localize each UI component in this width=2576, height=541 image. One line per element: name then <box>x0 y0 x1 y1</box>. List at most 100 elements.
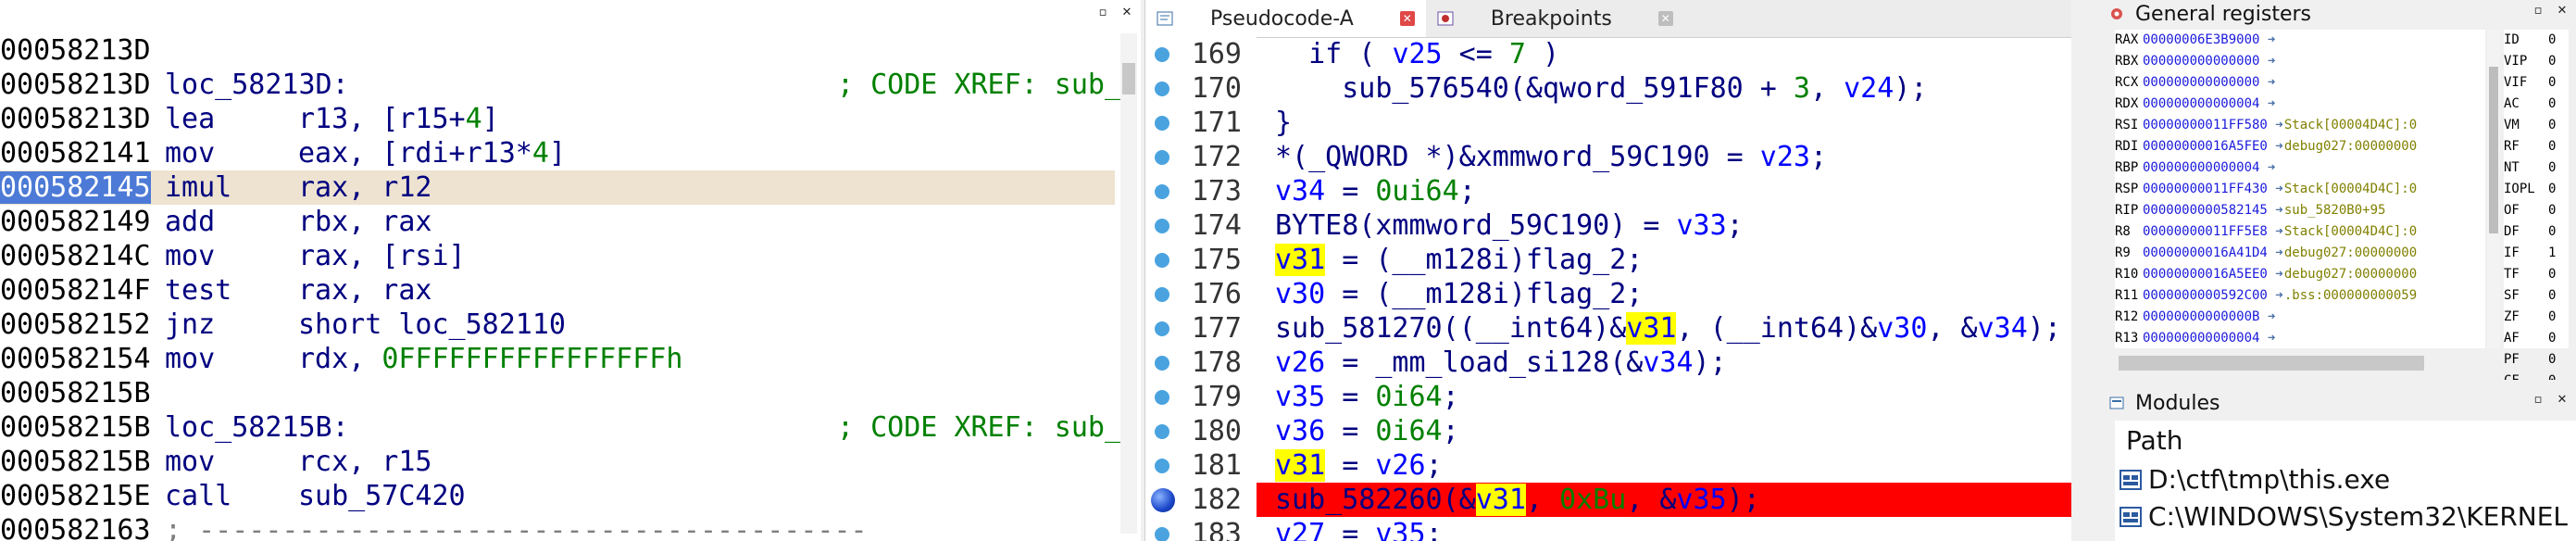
disasm-line[interactable]: 000582152 jnz short loc_582110 <box>0 308 1115 342</box>
line-gutter[interactable]: 183 <box>1145 517 1257 541</box>
line-marker-icon[interactable] <box>1155 321 1169 336</box>
restore-icon[interactable]: ▫ <box>2532 4 2545 18</box>
operands[interactable]: sub_57C420 <box>298 480 466 512</box>
code-label[interactable]: loc_58213D: <box>165 69 349 101</box>
code-token[interactable]: ) <box>1526 38 1559 70</box>
register-value[interactable]: 00000000016A5FE0 <box>2143 139 2268 154</box>
register-hint[interactable]: Stack[00004D4C]:0 <box>2284 118 2417 132</box>
flag-value[interactable]: 0 <box>2548 307 2556 328</box>
scrollbar-thumb[interactable] <box>2489 67 2498 233</box>
operands[interactable]: ] <box>482 103 499 135</box>
code-token[interactable]: *(_QWORD *)&xmmword_59C190 = <box>1275 141 1760 173</box>
flag-value[interactable]: 0 <box>2548 221 2556 243</box>
flag-value[interactable]: 0 <box>2548 72 2556 94</box>
code-token[interactable]: ); <box>1694 346 1727 379</box>
code-token[interactable]: , & <box>1927 312 1977 345</box>
disasm-line[interactable]: 00058215B <box>0 376 1115 410</box>
line-gutter[interactable]: 176 <box>1145 277 1257 311</box>
code-token[interactable]: sub_576540(&qword_591F80 + <box>1275 72 1794 105</box>
register-row[interactable]: RDX 000000000000004 ➜ <box>2115 94 2485 115</box>
code-line[interactable]: 169 if ( v25 <= 7 ) <box>1145 37 2071 71</box>
code-token[interactable]: ; <box>1810 141 1827 173</box>
register-value[interactable]: 000000000000004 <box>2143 331 2259 346</box>
module-path[interactable]: D:\ctf\tmp\this.exe <box>2148 461 2390 498</box>
variable[interactable]: v35 <box>1375 518 1425 541</box>
operands[interactable]: rbx, rax <box>298 206 432 238</box>
jump-arrow-icon[interactable]: ➜ <box>2259 51 2276 72</box>
module-row[interactable]: D:\ctf\tmp\this.exe <box>2115 461 2576 498</box>
close-tab-icon[interactable]: ✕ <box>1399 11 1415 26</box>
register-value[interactable]: 00000006E3B9000 <box>2143 32 2259 47</box>
address[interactable]: 000582154 <box>0 342 165 376</box>
register-list[interactable]: RAX 00000006E3B9000 ➜ RBX 000000000000000 ➜… <box>2115 30 2485 348</box>
variable[interactable]: v35 <box>1677 484 1727 516</box>
flag-row[interactable]: RF 0 <box>2504 136 2569 157</box>
code-token[interactable]: } <box>1275 107 1292 139</box>
breakpoint-icon[interactable] <box>1151 488 1175 512</box>
register-value[interactable]: 00000000000000B <box>2143 309 2259 324</box>
flag-value[interactable]: 0 <box>2548 264 2556 285</box>
mnemonic[interactable]: test <box>165 273 298 308</box>
disasm-line[interactable]: 00058214F test rax, rax <box>0 273 1115 308</box>
immediate[interactable]: 4 <box>532 137 549 170</box>
variable[interactable]: v27 <box>1275 518 1325 541</box>
operands[interactable]: rax, rax <box>298 274 432 307</box>
address[interactable]: 00058215B <box>0 376 165 410</box>
line-gutter[interactable]: 177 <box>1145 311 1257 346</box>
line-gutter[interactable]: 170 <box>1145 71 1257 106</box>
jump-arrow-icon[interactable]: ➜ <box>2259 157 2276 179</box>
register-row[interactable]: R11 0000000000592C00 ➜.bss:000000000059 <box>2115 285 2485 307</box>
code-token[interactable]: = _mm_load_si128(& <box>1325 346 1643 379</box>
line-gutter[interactable]: 180 <box>1145 414 1257 448</box>
mnemonic[interactable]: mov <box>165 342 298 376</box>
code-line[interactable]: 179 v35 = 0i64; <box>1145 380 2071 414</box>
code-token[interactable]: = (__m128i)flag_2; <box>1325 244 1643 276</box>
flag-row[interactable]: SF 0 <box>2504 285 2569 307</box>
xref-comment[interactable]: ; CODE XREF: sub_ <box>837 410 1121 445</box>
code-token[interactable]: = <box>1325 415 1375 447</box>
register-value[interactable]: 00000000011FF430 <box>2143 182 2268 196</box>
line-gutter[interactable]: 173 <box>1145 174 1257 208</box>
register-row[interactable]: R10 00000000016A5EE0 ➜debug027:00000000 <box>2115 264 2485 285</box>
register-row[interactable]: RDI 00000000016A5FE0 ➜debug027:00000000 <box>2115 136 2485 157</box>
variable[interactable]: v31 <box>1475 484 1526 516</box>
jump-arrow-icon[interactable]: ➜ <box>2259 328 2276 349</box>
source-text[interactable]: v30 = (__m128i)flag_2; <box>1275 277 1643 311</box>
mnemonic[interactable]: call <box>165 479 298 513</box>
source-text[interactable]: v34 = 0ui64; <box>1275 174 1476 208</box>
code-line[interactable]: 171} <box>1145 106 2071 140</box>
registers-scrollbar[interactable] <box>2487 30 2500 348</box>
flag-row[interactable]: VM 0 <box>2504 115 2569 136</box>
register-hint[interactable]: debug027:00000000 <box>2284 139 2417 154</box>
operands[interactable]: short loc_582110 <box>298 308 566 341</box>
code-token[interactable]: if ( <box>1275 38 1392 70</box>
scrollbar-thumb[interactable] <box>1122 63 1135 94</box>
mnemonic[interactable]: mov <box>165 239 298 273</box>
flag-value[interactable]: 1 <box>2548 243 2556 264</box>
number-literal[interactable]: 0ui64 <box>1375 175 1458 208</box>
register-hint[interactable]: .bss:000000000059 <box>2284 288 2417 303</box>
number-literal[interactable]: 7 <box>1509 38 1526 70</box>
operands[interactable]: rcx, r15 <box>298 446 432 478</box>
disassembly-scrollbar[interactable] <box>1120 33 1137 534</box>
immediate[interactable]: 4 <box>466 103 482 135</box>
flag-value[interactable]: 0 <box>2548 115 2556 136</box>
register-hint[interactable]: Stack[00004D4C]:0 <box>2284 182 2417 196</box>
code-token[interactable]: ); <box>1727 484 1760 516</box>
register-value[interactable]: 000000000000000 <box>2143 54 2259 69</box>
source-text[interactable]: sub_581270((__int64)&v31, (__int64)&v30,… <box>1275 311 2061 346</box>
code-token[interactable]: , <box>1810 72 1844 105</box>
variable[interactable]: v24 <box>1844 72 1894 105</box>
mnemonic[interactable]: add <box>165 205 298 239</box>
code-line[interactable]: 170 sub_576540(&qword_591F80 + 3, v24); <box>1145 71 2071 106</box>
code-token[interactable]: = (__m128i)flag_2; <box>1325 278 1643 310</box>
number-literal[interactable]: 0i64 <box>1375 381 1442 413</box>
close-icon[interactable]: ✕ <box>1120 6 1133 19</box>
variable[interactable]: v35 <box>1275 381 1325 413</box>
code-line[interactable]: 174 BYTE8(xmmword_59C190) = v33; <box>1145 208 2071 243</box>
column-header-path[interactable]: Path <box>2115 421 2576 461</box>
restore-icon[interactable]: ▫ <box>1096 6 1109 19</box>
code-token[interactable]: BYTE8(xmmword_59C190) = <box>1275 209 1676 242</box>
register-row[interactable]: RBX 000000000000000 ➜ <box>2115 51 2485 72</box>
register-value[interactable]: 000000000000004 <box>2143 160 2259 175</box>
